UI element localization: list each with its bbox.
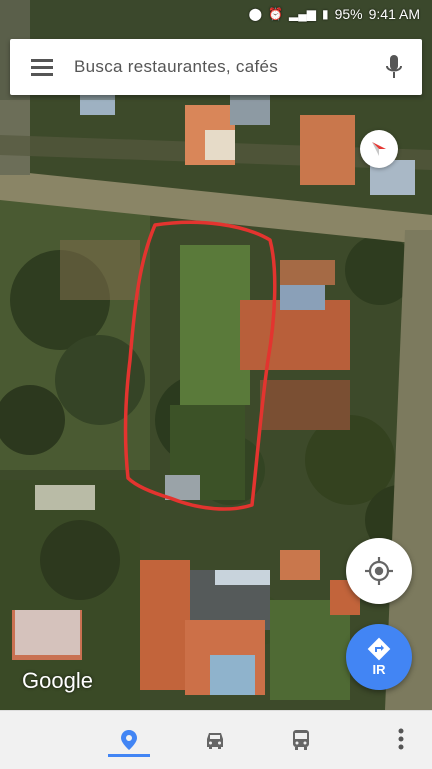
- explore-pin-icon: [121, 730, 137, 750]
- directions-button[interactable]: IR: [346, 624, 412, 690]
- alarm-icon: ⏰: [268, 7, 284, 21]
- tab-driving[interactable]: [172, 711, 258, 769]
- clock-time: 9:41 AM: [368, 6, 420, 22]
- my-location-icon: [365, 557, 393, 585]
- bottom-navigation: [0, 710, 432, 769]
- search-bar[interactable]: Busca restaurantes, cafés: [10, 39, 422, 95]
- directions-icon: [367, 637, 391, 661]
- transit-icon: [293, 730, 309, 750]
- car-icon: [207, 733, 223, 749]
- tab-explore[interactable]: [86, 711, 172, 769]
- battery-percent: 95%: [334, 6, 363, 22]
- location-icon: ⬤: [248, 7, 263, 21]
- microphone-icon[interactable]: [366, 39, 422, 95]
- directions-label: IR: [372, 662, 386, 677]
- more-vert-icon[interactable]: [398, 712, 404, 766]
- tab-transit[interactable]: [258, 711, 344, 769]
- compass-icon[interactable]: [360, 130, 398, 168]
- search-input[interactable]: Busca restaurantes, cafés: [74, 57, 366, 77]
- hamburger-menu-icon[interactable]: [10, 39, 74, 95]
- battery-icon: ▮: [321, 7, 329, 21]
- status-bar: ⬤ ⏰ ▂▄▆ ▮ 95% 9:41 AM: [0, 0, 432, 28]
- signal-icon: ▂▄▆: [289, 7, 316, 21]
- active-tab-indicator: [108, 754, 150, 757]
- my-location-button[interactable]: [346, 538, 412, 604]
- google-logo: Google: [22, 668, 93, 693]
- satellite-map[interactable]: [0, 0, 432, 710]
